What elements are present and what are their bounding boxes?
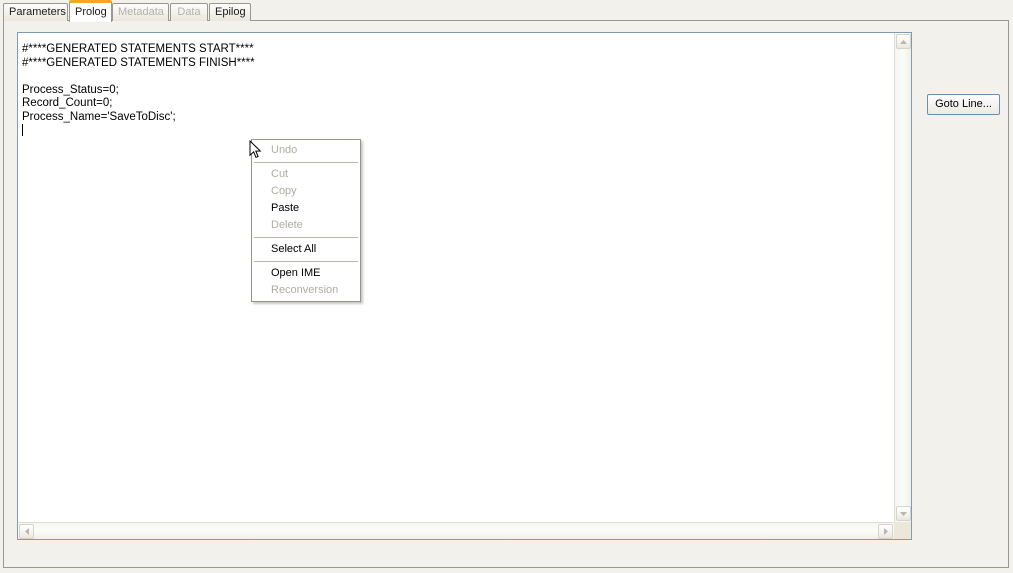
- tab-bar: ParametersPrologMetadataDataEpilog: [0, 0, 1013, 22]
- menu-item-cut: Cut: [252, 166, 360, 183]
- text-caret: [22, 124, 23, 136]
- menu-item-undo: Undo: [252, 142, 360, 159]
- menu-separator: [254, 237, 358, 238]
- editor-text-surface[interactable]: #****GENERATED STATEMENTS START**** #***…: [18, 33, 894, 522]
- editor-vertical-scrollbar[interactable]: [894, 33, 911, 522]
- menu-item-reconversion: Reconversion: [252, 282, 360, 299]
- menu-item-select-all[interactable]: Select All: [252, 241, 360, 258]
- editor-context-menu[interactable]: Undo CutCopyPasteDelete Select All Open IME…: [251, 139, 361, 302]
- editor-horizontal-scrollbar[interactable]: [18, 522, 894, 539]
- scroll-down-button[interactable]: [896, 506, 911, 521]
- chevron-up-icon: [899, 39, 908, 45]
- tab-parameters[interactable]: Parameters: [3, 3, 68, 21]
- chevron-down-icon: [899, 511, 908, 517]
- tab-data: Data: [170, 3, 208, 21]
- chevron-right-icon: [883, 527, 889, 536]
- editor-content: #****GENERATED STATEMENTS START**** #***…: [22, 43, 894, 139]
- menu-item-open-ime[interactable]: Open IME: [252, 265, 360, 282]
- tab-epilog[interactable]: Epilog: [209, 3, 251, 21]
- menu-item-paste[interactable]: Paste: [252, 200, 360, 217]
- scroll-right-button[interactable]: [878, 524, 893, 539]
- goto-line-button[interactable]: Goto Line...: [927, 94, 1000, 115]
- tab-page-prolog: #****GENERATED STATEMENTS START**** #***…: [3, 20, 1009, 568]
- application-window: #****GENERATED STATEMENTS START**** #***…: [0, 0, 1013, 573]
- scroll-left-button[interactable]: [19, 524, 34, 539]
- menu-item-delete: Delete: [252, 217, 360, 234]
- tab-metadata: Metadata: [112, 3, 169, 21]
- prolog-script-editor[interactable]: #****GENERATED STATEMENTS START**** #***…: [17, 32, 912, 540]
- scroll-up-button[interactable]: [896, 34, 911, 49]
- menu-item-copy: Copy: [252, 183, 360, 200]
- tab-prolog[interactable]: Prolog: [69, 0, 112, 22]
- menu-separator: [254, 162, 358, 163]
- menu-separator: [254, 261, 358, 262]
- chevron-left-icon: [24, 527, 30, 536]
- scrollbar-corner: [894, 522, 911, 539]
